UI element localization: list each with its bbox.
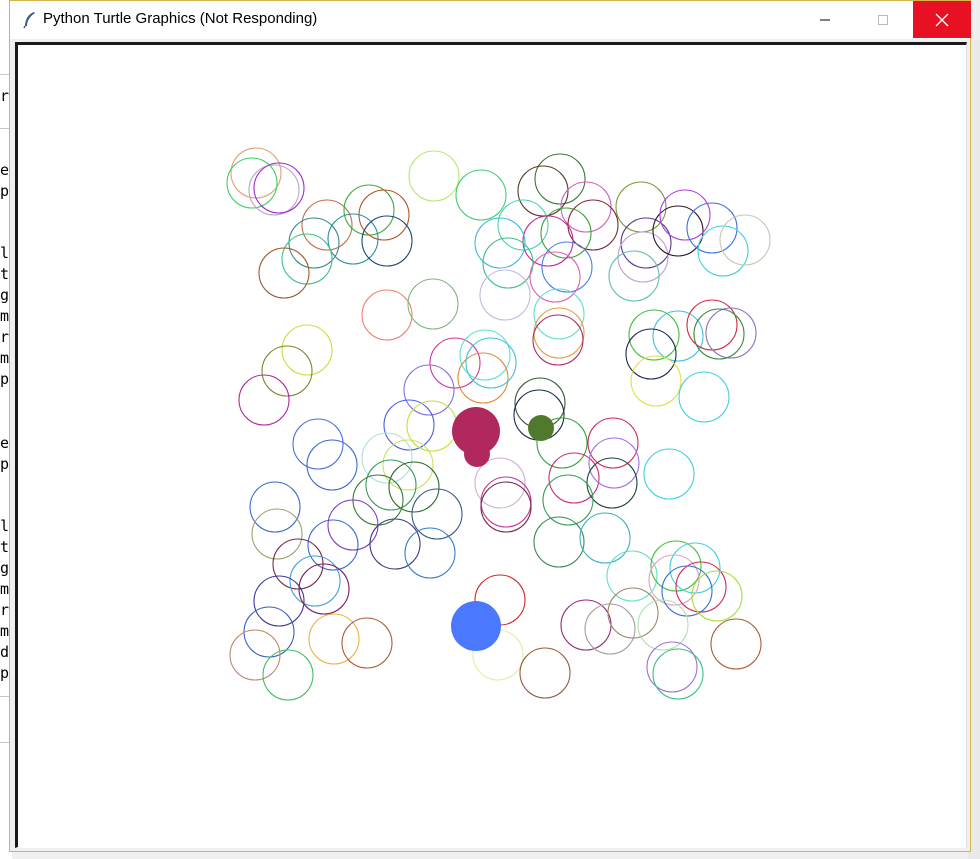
close-icon <box>935 13 949 26</box>
drawn-circle <box>369 518 421 570</box>
maximize-icon <box>878 14 888 25</box>
drawn-circle <box>643 448 695 500</box>
blue-turtle <box>451 601 501 651</box>
drawing-area <box>226 147 771 701</box>
drawn-circle <box>341 617 393 669</box>
drawn-circle <box>691 570 743 622</box>
editor-char: p <box>0 370 9 388</box>
editor-char: r <box>0 328 9 346</box>
drawn-circle <box>404 527 456 579</box>
drawn-circle <box>474 217 526 269</box>
drawn-circle <box>480 476 532 528</box>
drawn-circle <box>361 215 413 267</box>
editor-char: m <box>0 622 9 640</box>
drawn-circle <box>408 150 460 202</box>
drawn-circle <box>534 153 586 205</box>
editor-char: l <box>0 517 9 535</box>
editor-char: l <box>0 244 9 262</box>
drawn-circle <box>652 310 704 362</box>
drawn-circle <box>343 184 395 236</box>
feather-icon <box>23 12 35 29</box>
minimize-icon <box>820 19 830 20</box>
drawn-circle <box>251 508 303 560</box>
drawn-circle <box>281 324 333 376</box>
drawn-circle <box>628 309 680 361</box>
drawn-circle <box>358 189 410 241</box>
editor-char: p <box>0 182 9 200</box>
drawn-circle <box>533 516 585 568</box>
drawn-circle <box>567 199 619 251</box>
editor-char: r <box>0 87 9 105</box>
drawn-circle <box>258 247 310 299</box>
editor-char: p <box>0 455 9 473</box>
editor-char: m <box>0 580 9 598</box>
drawn-circle <box>541 241 593 293</box>
editor-char: m <box>0 349 9 367</box>
drawn-circle <box>361 289 413 341</box>
drawn-circle <box>406 400 458 452</box>
drawn-circle <box>608 250 660 302</box>
magenta-turtle-head <box>464 441 490 467</box>
drawn-circle <box>455 169 507 221</box>
drawn-circle <box>678 371 730 423</box>
editor-char: r <box>0 601 9 619</box>
drawn-circle <box>261 345 313 397</box>
maximize-button[interactable] <box>854 1 912 38</box>
editor-char: t <box>0 538 9 556</box>
green-turtle <box>528 415 554 441</box>
close-button[interactable] <box>913 1 971 38</box>
drawn-circle <box>308 613 360 665</box>
title-bar[interactable]: Python Turtle Graphics (Not Responding) <box>10 1 971 39</box>
drawn-circle <box>289 555 341 607</box>
drawn-circle <box>403 364 455 416</box>
editor-char: e <box>0 161 9 179</box>
editor-char: g <box>0 286 9 304</box>
drawn-circle <box>529 251 581 303</box>
drawn-circle <box>693 308 745 360</box>
drawn-circle <box>383 399 435 451</box>
drawn-circle <box>298 563 350 615</box>
drawn-circle <box>579 512 631 564</box>
editor-char: g <box>0 559 9 577</box>
drawn-circle <box>587 417 639 469</box>
window-title: Python Turtle Graphics (Not Responding) <box>43 10 318 27</box>
turtle-canvas[interactable] <box>15 42 967 848</box>
drawn-circle <box>637 599 689 651</box>
drawn-circle <box>584 603 636 655</box>
drawn-circle <box>238 374 290 426</box>
drawn-circle <box>659 189 711 241</box>
drawn-circle <box>630 355 682 407</box>
editor-char: t <box>0 265 9 283</box>
drawn-circle <box>710 618 762 670</box>
drawn-circle <box>253 162 305 214</box>
drawn-circle <box>625 328 677 380</box>
drawn-circle <box>615 181 667 233</box>
drawn-circle <box>457 352 509 404</box>
editor-char: m <box>0 307 9 325</box>
editor-char: p <box>0 664 9 682</box>
drawn-circle <box>307 519 359 571</box>
drawn-circle <box>281 233 333 285</box>
drawn-circle <box>519 647 571 699</box>
minimize-button[interactable] <box>796 1 854 38</box>
drawn-circle <box>533 288 585 340</box>
drawn-circle <box>249 481 301 533</box>
drawn-circle <box>407 278 459 330</box>
drawn-circle <box>479 269 531 321</box>
drawn-circle <box>560 599 612 651</box>
drawn-circle <box>365 459 417 511</box>
drawn-circle <box>607 587 659 639</box>
drawn-circle <box>253 575 305 627</box>
drawn-circle <box>272 538 324 590</box>
drawn-circle <box>705 307 757 359</box>
turtle-graphics-window: Python Turtle Graphics (Not Responding) <box>9 0 971 852</box>
drawn-circle <box>352 474 404 526</box>
magenta-turtle <box>452 407 500 467</box>
editor-char: e <box>0 434 9 452</box>
editor-char: d <box>0 643 9 661</box>
